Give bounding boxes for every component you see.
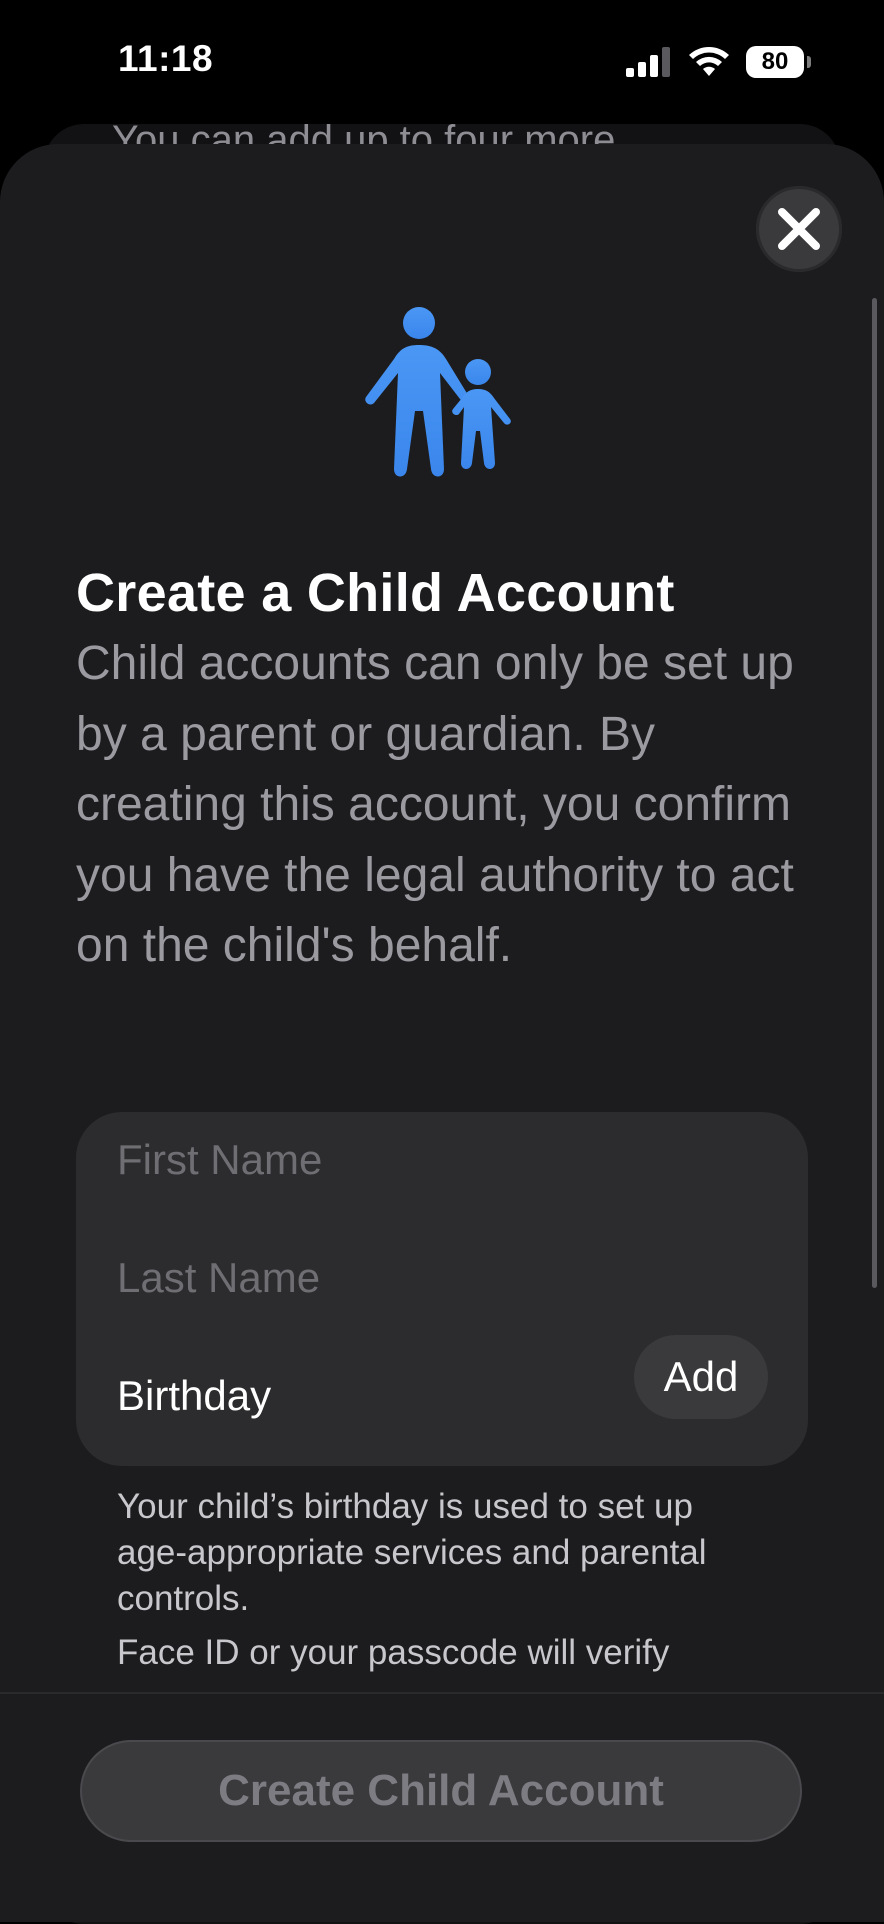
page-description: Child accounts can only be set up by a p…: [76, 637, 794, 972]
close-button[interactable]: [756, 186, 842, 272]
child-info-form: First Name Last Name Birthday Add: [76, 1112, 808, 1466]
page-title: Create a Child Account: [76, 563, 675, 623]
scroll-indicator[interactable]: [872, 298, 877, 1288]
status-time: 11:18: [118, 38, 214, 79]
status-bar: 11:18 80: [0, 0, 884, 130]
status-icons: 80: [626, 46, 811, 78]
parent-child-icon: [365, 307, 511, 477]
verification-footnote: Face ID or your passcode will verify: [117, 1633, 670, 1672]
close-icon: [778, 208, 820, 250]
wifi-icon: [689, 47, 729, 76]
first-name-field[interactable]: First Name: [117, 1136, 322, 1184]
add-birthday-button[interactable]: Add: [634, 1335, 768, 1419]
battery-level: 80: [761, 48, 789, 75]
cellular-signal-icon: [626, 47, 670, 77]
birthday-footnote: Your child’s birthday is used to set up …: [117, 1487, 707, 1618]
create-child-account-button[interactable]: Create Child Account: [80, 1740, 802, 1842]
create-child-account-sheet: Create a Child Account Child accounts ca…: [0, 144, 884, 1920]
battery-icon: 80: [746, 46, 811, 78]
bottom-action-bar: Create Child Account: [0, 1692, 884, 1922]
last-name-field[interactable]: Last Name: [117, 1254, 320, 1302]
birthday-label: Birthday: [117, 1372, 272, 1419]
